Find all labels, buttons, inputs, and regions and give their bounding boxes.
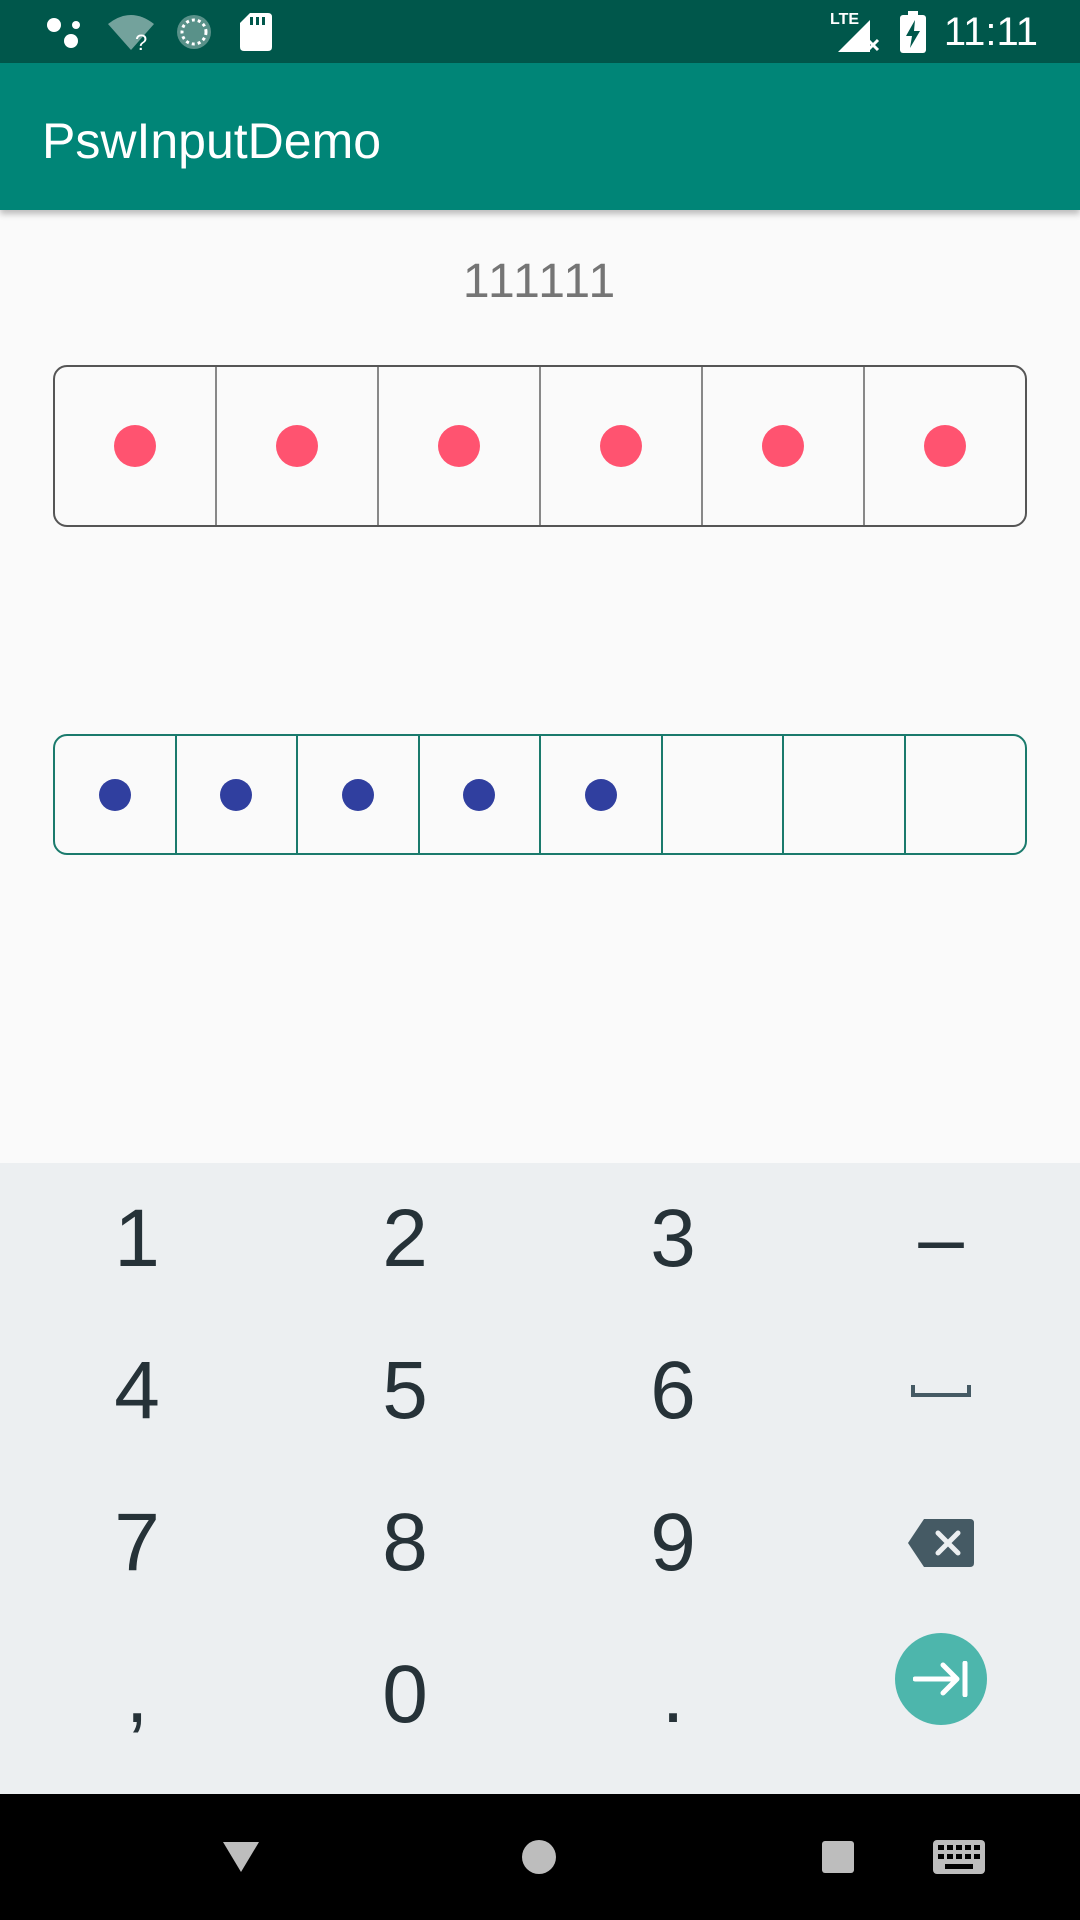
- battery-charging-icon: [900, 11, 926, 53]
- recents-button[interactable]: [793, 1822, 883, 1892]
- pin-cell: [55, 367, 217, 525]
- app-title: PswInputDemo: [42, 113, 382, 169]
- key-enter[interactable]: [807, 1603, 1075, 1755]
- keyboard-switch-icon: [933, 1840, 985, 1874]
- pin-cell: [177, 736, 298, 853]
- pin-input-8[interactable]: [53, 734, 1027, 855]
- filled-dot: [438, 425, 480, 467]
- pin-input-6[interactable]: [53, 365, 1027, 527]
- pin-cell: [784, 736, 906, 853]
- filled-dot: [762, 425, 804, 467]
- filled-dot: [220, 778, 253, 811]
- pin-cell: [906, 736, 1026, 853]
- svg-text:LTE: LTE: [830, 11, 859, 28]
- filled-dot: [584, 778, 617, 811]
- back-button[interactable]: [196, 1822, 286, 1892]
- sync-icon: [174, 12, 214, 52]
- filled-dot: [600, 425, 642, 467]
- key-9[interactable]: 9: [539, 1467, 807, 1619]
- key-1[interactable]: 1: [3, 1163, 271, 1315]
- home-button[interactable]: [494, 1822, 584, 1892]
- pin-cell: [298, 736, 420, 853]
- back-icon: [223, 1842, 259, 1872]
- numeric-keyboard: 1 2 3 – 4 5 6 7 8 9 , 0 .: [0, 1163, 1080, 1794]
- keyboard-switch-button[interactable]: [914, 1822, 1004, 1892]
- assistant-icon: [46, 12, 90, 52]
- pin-cell: [663, 736, 784, 853]
- pin-cell: [55, 736, 177, 853]
- backspace-icon: [908, 1519, 974, 1567]
- key-comma[interactable]: ,: [3, 1619, 271, 1771]
- sd-card-icon: [240, 12, 272, 52]
- home-icon: [522, 1840, 556, 1874]
- filled-dot: [924, 425, 966, 467]
- pin-cell: [865, 367, 1025, 525]
- key-0[interactable]: 0: [271, 1619, 539, 1771]
- svg-text:?: ?: [135, 30, 147, 52]
- key-8[interactable]: 8: [271, 1467, 539, 1619]
- key-5[interactable]: 5: [271, 1315, 539, 1467]
- navigation-bar: [0, 1794, 1080, 1920]
- key-dash[interactable]: –: [807, 1163, 1075, 1315]
- space-icon: [911, 1385, 971, 1397]
- pin-cell: [379, 367, 541, 525]
- recents-icon: [822, 1841, 854, 1873]
- pin-cell: [541, 736, 663, 853]
- lte-no-signal-icon: LTE: [830, 11, 882, 52]
- pin-cell: [217, 367, 379, 525]
- password-display: 111111: [462, 255, 618, 308]
- filled-dot: [341, 778, 374, 811]
- filled-dot: [276, 425, 318, 467]
- clock-time: 11:11: [943, 10, 1038, 54]
- wifi-unknown-icon: ?: [106, 12, 156, 52]
- key-7[interactable]: 7: [3, 1467, 271, 1619]
- key-period[interactable]: .: [539, 1619, 807, 1771]
- key-2[interactable]: 2: [271, 1163, 539, 1315]
- filled-dot: [114, 425, 156, 467]
- next-icon: [913, 1661, 968, 1697]
- key-3[interactable]: 3: [539, 1163, 807, 1315]
- pin-cell: [541, 367, 703, 525]
- key-backspace[interactable]: [807, 1467, 1075, 1619]
- app-bar: PswInputDemo: [0, 63, 1080, 210]
- pin-cell: [703, 367, 865, 525]
- status-bar: ? LTE 11:11: [0, 0, 1080, 63]
- filled-dot: [463, 778, 496, 811]
- pin-cell: [420, 736, 541, 853]
- enter-button[interactable]: [895, 1633, 987, 1725]
- key-6[interactable]: 6: [539, 1315, 807, 1467]
- key-space[interactable]: [807, 1315, 1075, 1467]
- key-4[interactable]: 4: [3, 1315, 271, 1467]
- filled-dot: [98, 778, 131, 811]
